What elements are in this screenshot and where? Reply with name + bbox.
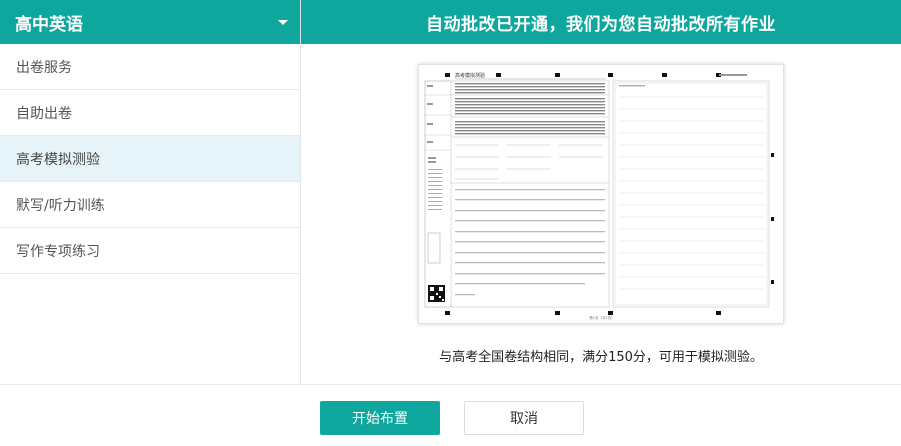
- paper-title: 高考模拟测验: [455, 72, 485, 79]
- header: 高中英语 自动批改已开通，我们为您自动批改所有作业: [0, 0, 901, 44]
- sidebar-item-label: 自助出卷: [16, 105, 72, 122]
- sidebar-item-writing-practice[interactable]: 写作专项练习: [0, 228, 300, 274]
- app-window: 高中英语 自动批改已开通，我们为您自动批改所有作业 出卷服务 自助出卷 高考模拟…: [0, 0, 901, 446]
- answer-sheet-preview: 高考模拟测验 第1页（共1页）: [418, 64, 784, 324]
- answer-sheet-image: 高考模拟测验 第1页（共1页）: [424, 72, 774, 320]
- subject-dropdown[interactable]: 高中英语: [0, 0, 301, 44]
- sidebar-item-dictation-listening[interactable]: 默写/听力训练: [0, 182, 300, 228]
- cancel-button[interactable]: 取消: [464, 401, 584, 435]
- template-description: 与高考全国卷结构相同，满分150分，可用于模拟测验。: [439, 350, 763, 365]
- page-footer: 第1页（共1页）: [589, 315, 614, 320]
- sidebar: 出卷服务 自助出卷 高考模拟测验 默写/听力训练 写作专项练习: [0, 44, 301, 384]
- footer-bar: 开始布置 取消: [0, 384, 901, 446]
- caret-down-icon: [278, 19, 288, 25]
- sidebar-item-label: 默写/听力训练: [16, 197, 105, 214]
- start-assign-button[interactable]: 开始布置: [320, 401, 440, 435]
- sidebar-item-label: 写作专项练习: [16, 243, 100, 260]
- banner-text: 自动批改已开通，我们为您自动批改所有作业: [426, 14, 776, 35]
- sidebar-item-label: 高考模拟测验: [16, 151, 100, 168]
- auto-grading-banner: 自动批改已开通，我们为您自动批改所有作业: [301, 0, 901, 44]
- subject-label: 高中英语: [15, 14, 83, 35]
- sidebar-item-label: 出卷服务: [16, 59, 72, 76]
- sidebar-item-self-service-exam[interactable]: 自助出卷: [0, 90, 300, 136]
- sidebar-item-exam-service[interactable]: 出卷服务: [0, 44, 300, 90]
- sidebar-item-gaokao-mock-test[interactable]: 高考模拟测验: [0, 136, 300, 182]
